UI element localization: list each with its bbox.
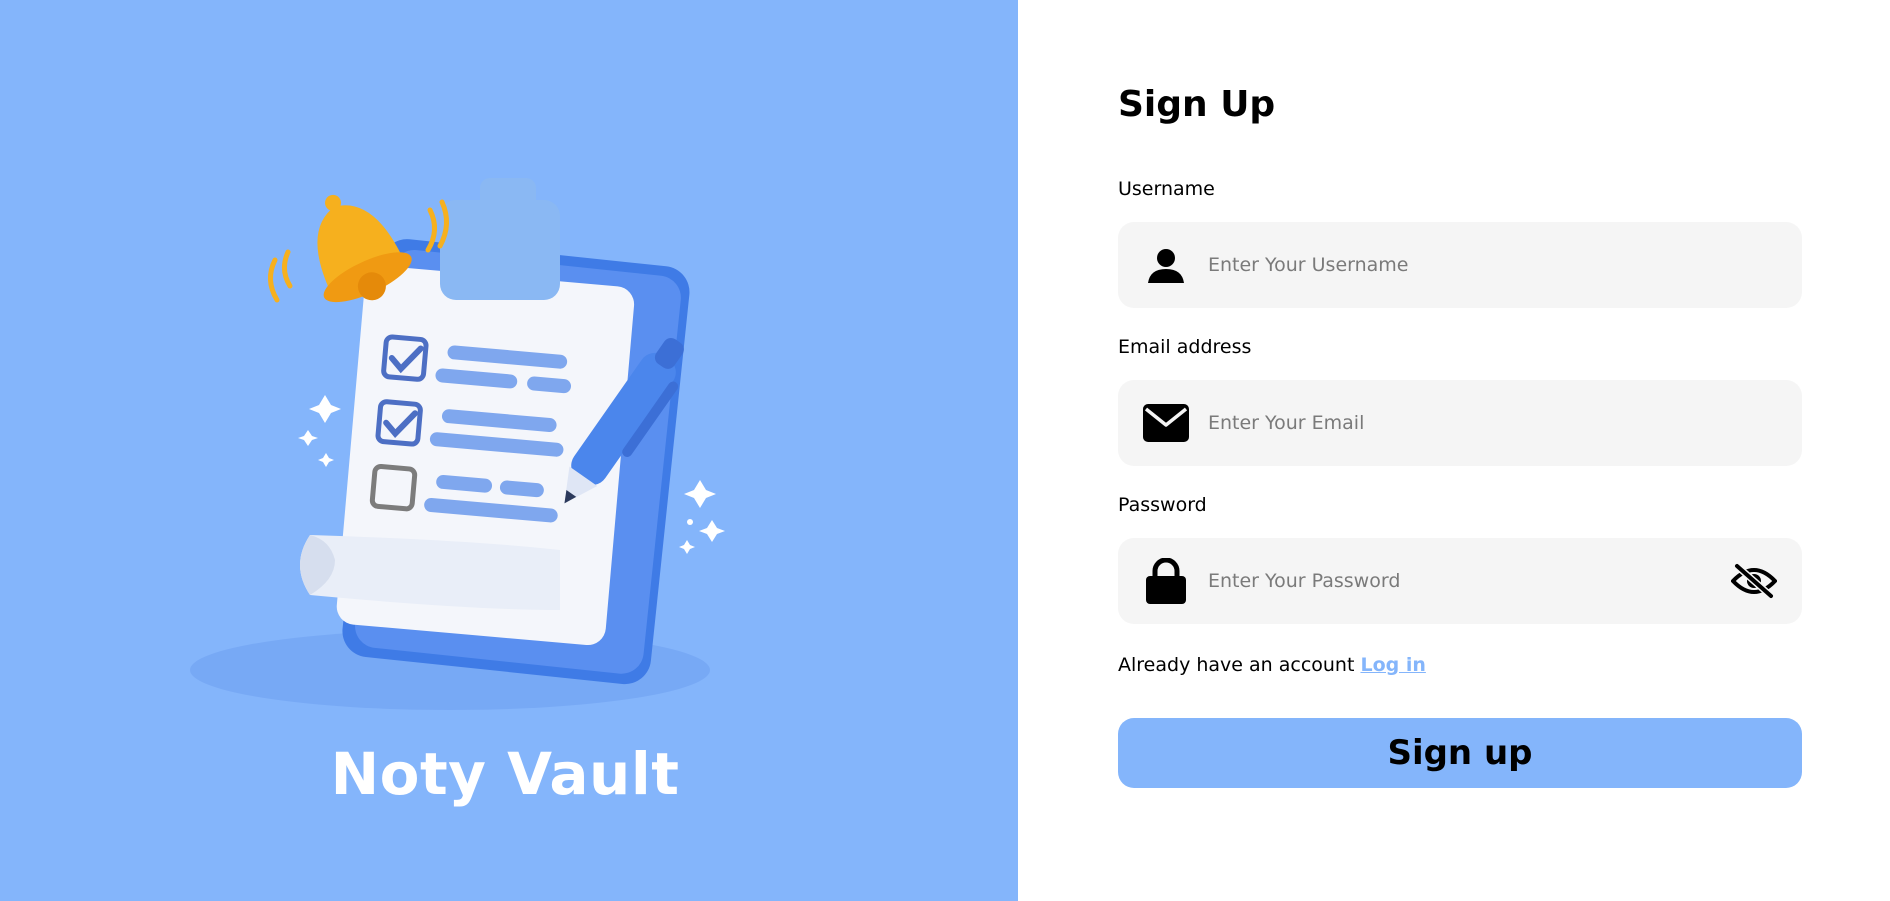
login-link[interactable]: Log in <box>1360 654 1425 676</box>
email-label: Email address <box>1118 336 1252 358</box>
clipboard-illustration <box>190 178 725 710</box>
username-input[interactable] <box>1206 244 1802 286</box>
email-field[interactable] <box>1118 380 1802 466</box>
signup-page: Noty Vault Sign Up Username Email addres… <box>0 0 1890 901</box>
email-input[interactable] <box>1206 402 1802 444</box>
login-prompt-text: Already have an account <box>1118 654 1361 676</box>
signup-form: Sign Up Username Email address <box>1118 80 1802 788</box>
user-icon <box>1142 241 1190 289</box>
username-label: Username <box>1118 178 1215 200</box>
lock-icon <box>1142 557 1190 605</box>
signup-button[interactable]: Sign up <box>1118 718 1802 788</box>
username-field[interactable] <box>1118 222 1802 308</box>
brand-panel: Noty Vault <box>0 0 1018 901</box>
envelope-icon <box>1142 399 1190 447</box>
brand-name: Noty Vault <box>330 740 680 808</box>
password-field[interactable] <box>1118 538 1802 624</box>
signup-panel: Sign Up Username Email address <box>1018 0 1890 901</box>
eye-slash-icon[interactable] <box>1730 557 1778 605</box>
password-label: Password <box>1118 494 1207 516</box>
password-input[interactable] <box>1206 560 1730 602</box>
page-title: Sign Up <box>1118 84 1276 125</box>
login-prompt: Already have an account Log in <box>1118 650 1802 680</box>
